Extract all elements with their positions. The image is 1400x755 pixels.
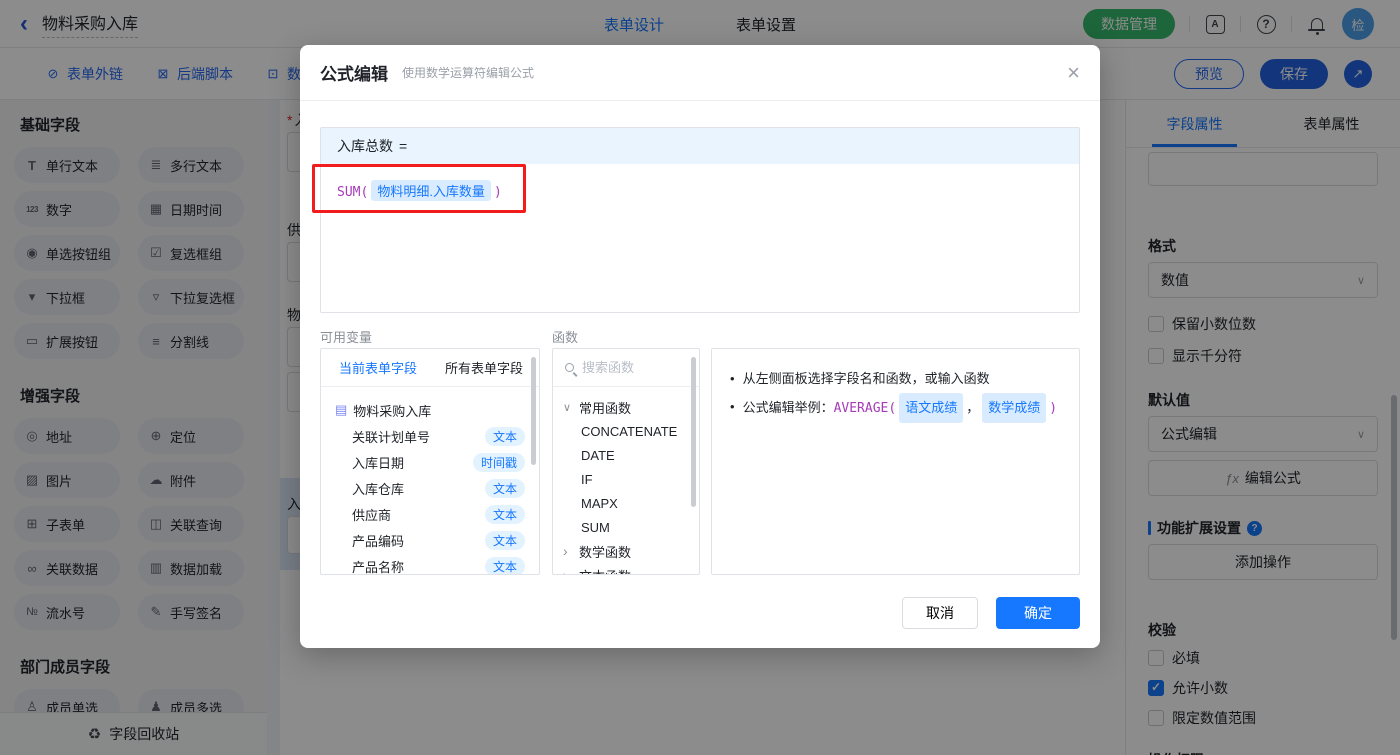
variables-scrollbar[interactable] (531, 357, 536, 465)
functions-label: 函数 (552, 330, 579, 345)
form-doc-icon: ▤ (335, 402, 348, 417)
help-tip-2: • 公式编辑举例：AVERAGE(语文成绩，数学成绩) (730, 393, 1061, 423)
function-group-math[interactable]: 数学函数 (553, 539, 699, 563)
field-token[interactable]: 物料明细.入库数量 (371, 180, 491, 201)
help-panel: • 从左侧面板选择字段名和函数，或输入函数 • 公式编辑举例：AVERAGE(语文… (711, 348, 1080, 575)
example-prefix: 公式编辑举例： (742, 400, 834, 415)
variable-field-row[interactable]: 产品编码 文本 (321, 527, 539, 553)
close-icon[interactable]: × (1067, 61, 1080, 84)
field-type-badge: 文本 (484, 530, 525, 550)
function-search-row (553, 349, 699, 387)
field-type-badge: 文本 (484, 478, 525, 498)
function-item[interactable]: IF (553, 467, 699, 491)
formula-input-area[interactable]: SUM(物料明细.入库数量) (321, 164, 1079, 217)
variable-field-name: 入库日期 (352, 455, 405, 471)
field-type-badge: 文本 (484, 556, 525, 574)
variable-field-row[interactable]: 关联计划单号 文本 (321, 423, 539, 449)
functions-panel: 常用函数 CONCATENATEDATEIFMAPXSUM 数学函数 文本函数 (552, 348, 700, 575)
chevron-expand-icon (563, 401, 573, 414)
modal-header: 公式编辑 使用数学运算符编辑公式 × (300, 45, 1100, 101)
function-tree: 常用函数 CONCATENATEDATEIFMAPXSUM 数学函数 文本函数 (553, 387, 699, 575)
formula-target-field: 入库总数 (337, 138, 393, 154)
variable-tree: ▤ 物料采购入库 关联计划单号 文本 入库日期 时间戳 入库仓库 文本 供应商 … (321, 387, 539, 575)
variable-field-name: 产品名称 (352, 559, 405, 575)
field-type-badge: 文本 (484, 504, 525, 524)
modal-footer: 取消 确定 (902, 597, 1080, 629)
variables-label: 可用变量 (320, 330, 373, 345)
function-group-common[interactable]: 常用函数 (553, 395, 699, 419)
example-comma: ， (966, 400, 980, 415)
cancel-button[interactable]: 取消 (902, 597, 978, 629)
variable-tab[interactable]: 所有表单字段 (445, 358, 523, 377)
example-token-1: 语文成绩 (899, 393, 964, 423)
help-tip-1: • 从左侧面板选择字段名和函数，或输入函数 (730, 371, 990, 386)
variable-field-name: 产品编码 (352, 533, 405, 549)
variable-field-row[interactable]: 产品名称 文本 (321, 553, 539, 575)
modal-subtitle: 使用数学运算符编辑公式 (402, 66, 535, 80)
form-node[interactable]: ▤ 物料采购入库 (321, 397, 539, 423)
function-item[interactable]: DATE (553, 443, 699, 467)
common-function-list: CONCATENATE DATE IF MAPX SUM (553, 419, 699, 539)
example-close-paren: ) (1049, 401, 1058, 416)
formula-editor-modal: 公式编辑 使用数学运算符编辑公式 × 入库总数 = SUM(物料明细.入库数量)… (300, 45, 1100, 648)
field-type-badge: 时间戳 (472, 452, 525, 472)
variable-field-row[interactable]: 入库日期 时间戳 (321, 449, 539, 475)
example-token-2: 数学成绩 (982, 393, 1047, 423)
field-type-badge: 文本 (484, 426, 525, 446)
variable-field-name: 供应商 (352, 507, 392, 523)
formula-editor-box[interactable]: 入库总数 = SUM(物料明细.入库数量) (320, 127, 1080, 313)
function-name-text: SUM( (337, 185, 369, 200)
formula-target-row: 入库总数 = (321, 128, 1079, 164)
variable-field-row[interactable]: 入库仓库 文本 (321, 475, 539, 501)
function-search-input[interactable] (582, 360, 672, 375)
chevron-collapsed-icon (563, 567, 573, 574)
function-item[interactable]: SUM (553, 515, 699, 539)
close-paren-text: ) (493, 185, 502, 200)
function-item[interactable]: MAPX (553, 491, 699, 515)
form-node-label: 物料采购入库 (353, 403, 432, 419)
equals-sign: = (399, 138, 408, 154)
example-function-name: AVERAGE( (833, 401, 897, 416)
variables-panel: 当前表单字段 所有表单字段 ▤ 物料采购入库 关联计划单号 文本 入库日期 时间戳 (320, 348, 540, 575)
variable-field-row[interactable]: 供应商 文本 (321, 501, 539, 527)
variable-field-name: 关联计划单号 (352, 429, 431, 445)
variable-tabs: 当前表单字段 所有表单字段 (321, 349, 539, 387)
variable-field-list: 关联计划单号 文本 入库日期 时间戳 入库仓库 文本 供应商 文本 产品编码 文… (321, 423, 539, 575)
search-icon (565, 363, 574, 372)
function-item[interactable]: CONCATENATE (553, 419, 699, 443)
chevron-collapsed-icon (563, 543, 573, 559)
functions-scrollbar[interactable] (691, 357, 696, 507)
variable-tab[interactable]: 当前表单字段 (339, 358, 417, 377)
confirm-button[interactable]: 确定 (996, 597, 1080, 629)
variable-field-name: 入库仓库 (352, 481, 405, 497)
function-group-text[interactable]: 文本函数 (553, 563, 699, 575)
modal-title: 公式编辑 (320, 65, 388, 84)
